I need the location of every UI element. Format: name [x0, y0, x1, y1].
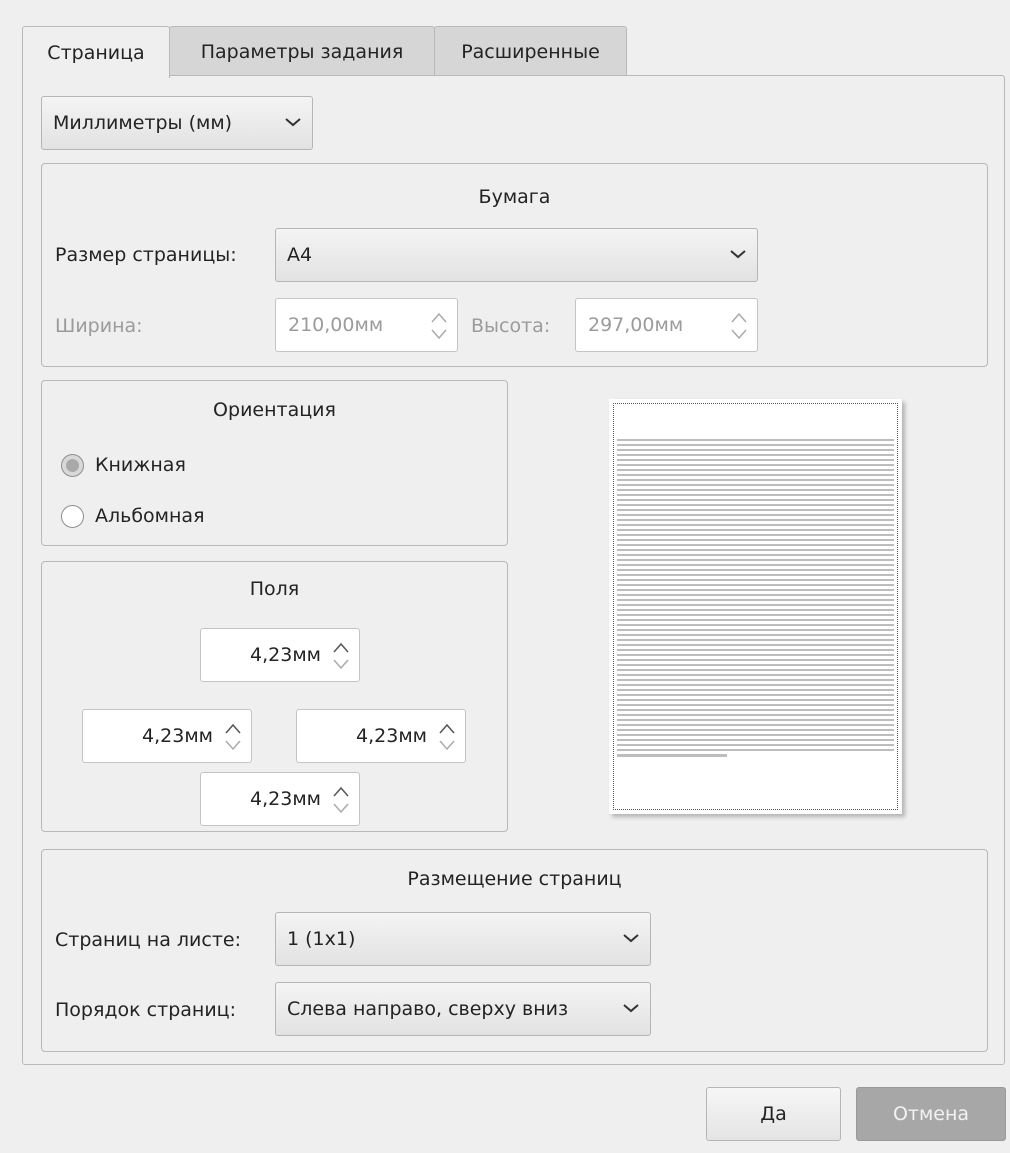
margin-top-spinbox[interactable]: 4,23мм	[200, 628, 360, 682]
page-size-value: A4	[287, 244, 313, 266]
margin-left-spinbox[interactable]: 4,23мм	[82, 709, 252, 763]
height-label: Высота:	[471, 315, 551, 337]
orientation-group-title: Ориентация	[213, 399, 336, 421]
portrait-label[interactable]: Книжная	[95, 454, 186, 476]
units-select-value: Миллиметры (мм)	[53, 112, 233, 134]
ok-button[interactable]: Да	[706, 1087, 841, 1141]
page-layout-group-title: Размещение страниц	[407, 868, 622, 890]
chevron-down-icon	[623, 1004, 639, 1013]
pages-per-sheet-label: Страниц на листе:	[55, 929, 241, 951]
preview-last-line	[617, 754, 727, 757]
landscape-label[interactable]: Альбомная	[95, 505, 205, 527]
spin-arrows-icon[interactable]	[331, 640, 351, 672]
pages-per-sheet-select[interactable]: 1 (1x1)	[275, 912, 651, 966]
cancel-button[interactable]: Отмена	[856, 1087, 1006, 1141]
portrait-radio[interactable]	[61, 454, 84, 477]
pages-per-sheet-value: 1 (1x1)	[287, 928, 356, 950]
spin-arrows-icon[interactable]	[429, 310, 449, 342]
chevron-down-icon	[730, 250, 746, 259]
spin-arrows-icon[interactable]	[437, 721, 457, 753]
spin-arrows-icon[interactable]	[331, 784, 351, 816]
margin-right-spinbox[interactable]: 4,23мм	[296, 709, 466, 763]
preview-text-lines	[617, 437, 894, 754]
tab-job-options[interactable]: Параметры задания	[169, 26, 435, 76]
page-order-value: Слева направо, сверху вниз	[287, 998, 569, 1020]
chevron-down-icon	[623, 934, 639, 943]
margin-bottom-spinbox[interactable]: 4,23мм	[200, 772, 360, 826]
tab-page[interactable]: Страница	[22, 26, 170, 78]
page-order-select[interactable]: Слева направо, сверху вниз	[275, 982, 651, 1036]
page-size-select[interactable]: A4	[275, 228, 758, 282]
landscape-radio[interactable]	[61, 505, 84, 528]
width-spinbox[interactable]: 210,00мм	[275, 298, 458, 352]
chevron-down-icon	[285, 118, 301, 127]
page-order-label: Порядок страниц:	[55, 999, 237, 1021]
page-preview	[609, 399, 902, 814]
spin-arrows-icon[interactable]	[223, 721, 243, 753]
paper-group-title: Бумага	[478, 186, 551, 208]
page-size-label: Размер страницы:	[55, 244, 237, 266]
units-select[interactable]: Миллиметры (мм)	[41, 96, 313, 150]
tab-advanced[interactable]: Расширенные	[434, 26, 627, 76]
width-label: Ширина:	[55, 315, 143, 337]
margins-group-title: Поля	[249, 578, 300, 600]
spin-arrows-icon[interactable]	[729, 310, 749, 342]
height-spinbox[interactable]: 297,00мм	[575, 298, 758, 352]
